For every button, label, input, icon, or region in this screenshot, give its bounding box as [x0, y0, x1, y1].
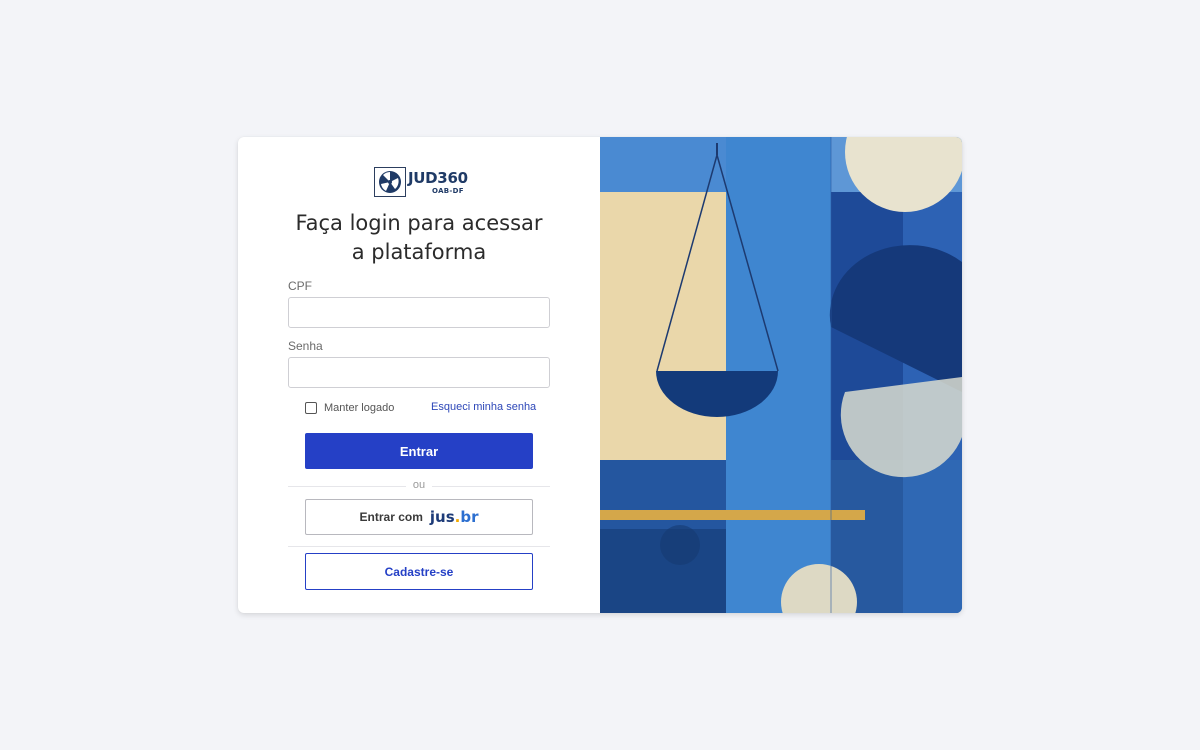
- jusbr-logo-part2: br: [460, 508, 479, 526]
- divider-line-2: [288, 546, 550, 547]
- forgot-password-link[interactable]: Esqueci minha senha: [431, 401, 536, 413]
- jusbr-logo: jus . br: [430, 508, 479, 526]
- senha-label: Senha: [288, 339, 323, 353]
- cpf-input[interactable]: [288, 297, 550, 328]
- page-title-line1: Faça login para acessar: [295, 211, 543, 235]
- login-button[interactable]: Entrar: [305, 433, 533, 469]
- page-title-line2: a plataforma: [351, 240, 487, 264]
- jusbr-login-button[interactable]: Entrar com jus . br: [305, 499, 533, 535]
- remember-label: Manter logado: [324, 402, 395, 414]
- divider-text: ou: [406, 479, 432, 491]
- remember-checkbox[interactable]: [305, 402, 317, 414]
- page-title: Faça login para acessar a plataforma: [278, 209, 560, 267]
- login-panel: JUD360 OAB-DF Faça login para acessar a …: [238, 137, 600, 613]
- register-button[interactable]: Cadastre-se: [305, 553, 533, 590]
- logo-emblem-icon: [374, 167, 406, 197]
- jusbr-logo-part1: jus: [429, 508, 455, 526]
- brand-subtitle: OAB-DF: [432, 187, 464, 195]
- jusbr-button-label: Entrar com: [359, 510, 423, 524]
- cpf-label: CPF: [288, 279, 312, 293]
- remember-me[interactable]: Manter logado: [305, 400, 394, 416]
- illustration-art: [600, 137, 962, 613]
- login-card: JUD360 OAB-DF Faça login para acessar a …: [238, 137, 962, 613]
- justice-scale-illustration: [600, 137, 962, 613]
- brand-logo: JUD360 OAB-DF: [374, 167, 468, 201]
- brand-name: JUD360: [408, 169, 468, 187]
- senha-input[interactable]: [288, 357, 550, 388]
